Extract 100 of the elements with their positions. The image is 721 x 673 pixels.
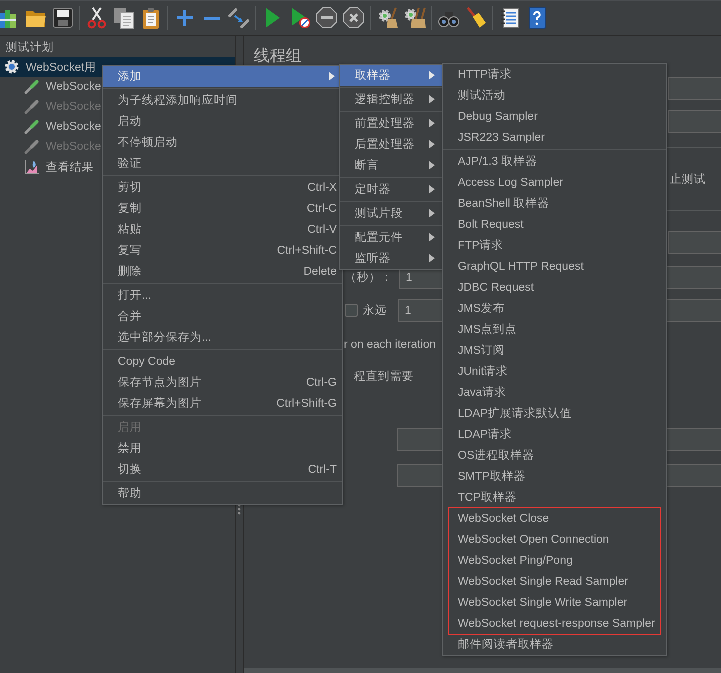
pipette-icon xyxy=(24,119,40,135)
shortcut-text: Ctrl-T xyxy=(308,464,337,476)
menu-item[interactable]: 邮件阅读者取样器 xyxy=(443,634,666,655)
submenu-arrow-icon xyxy=(429,161,435,170)
checkbox[interactable] xyxy=(345,304,358,317)
menu-item[interactable]: WebSocket Ping/Pong xyxy=(449,550,660,571)
option-label: 止测试 xyxy=(670,172,706,186)
menu-item[interactable]: Java请求 xyxy=(443,382,666,403)
menu-item[interactable]: 验证 xyxy=(103,153,342,174)
input-field[interactable] xyxy=(668,77,721,100)
gear-icon xyxy=(4,59,20,75)
menu-item[interactable]: AJP/1.3 取样器 xyxy=(443,151,666,172)
submenu-arrow-icon xyxy=(429,119,435,128)
panel-title: 线程组 xyxy=(254,47,302,67)
octagon-x-icon xyxy=(342,7,364,29)
menu-item[interactable]: 断言 xyxy=(340,155,442,176)
menu-item[interactable]: 保存屏幕为图片 Ctrl+Shift-G xyxy=(103,393,342,414)
pens-icon xyxy=(228,7,250,29)
tree-item[interactable]: 查看结果 xyxy=(24,157,94,177)
menu-item[interactable]: 不停顿启动 xyxy=(103,132,342,153)
menu-item[interactable]: 测试活动 xyxy=(443,85,666,106)
scissors-icon xyxy=(86,7,108,29)
shortcut-text: Ctrl-C xyxy=(306,202,337,214)
shortcut-text: Ctrl-V xyxy=(308,224,337,236)
menu-item[interactable]: 选中部分保存为... xyxy=(103,327,342,348)
menu-item[interactable]: GraphQL HTTP Request xyxy=(443,256,666,277)
menu-item[interactable]: JMS订阅 xyxy=(443,340,666,361)
menu-item[interactable]: WebSocket Single Read Sampler xyxy=(449,571,660,592)
menu-item[interactable]: 启动 xyxy=(103,111,342,132)
pipette-icon xyxy=(24,79,40,95)
menu-item[interactable]: 打开... xyxy=(103,285,342,306)
menu-item[interactable]: JSR223 Sampler xyxy=(443,127,666,148)
stop-icon xyxy=(316,7,338,29)
shortcut-text: Ctrl+Shift-C xyxy=(277,244,337,256)
plus-icon xyxy=(176,9,194,27)
menu-item[interactable]: BeanShell 取样器 xyxy=(443,193,666,214)
menu-item[interactable]: 复制 Ctrl-C xyxy=(103,198,342,219)
menu-item[interactable]: FTP请求 xyxy=(443,235,666,256)
menu-item[interactable]: JUnit请求 xyxy=(443,361,666,382)
copy-icon xyxy=(112,7,134,29)
tree-item[interactable]: WebSocke xyxy=(24,117,102,137)
broom-icon xyxy=(464,7,486,29)
submenu-arrow-icon xyxy=(429,233,435,242)
checkbox-label: 永远 xyxy=(363,303,387,318)
submenu-arrow-icon xyxy=(429,209,435,218)
menu-item[interactable]: 剪切 Ctrl-X xyxy=(103,177,342,198)
menu-item[interactable]: 后置处理器 xyxy=(340,134,442,155)
pipette-icon xyxy=(24,99,40,115)
menu-item[interactable]: JDBC Request xyxy=(443,277,666,298)
menu-item[interactable]: WebSocket Close xyxy=(449,508,660,529)
menu-item[interactable]: 复写 Ctrl+Shift-C xyxy=(103,240,342,261)
tree-item[interactable]: WebSocke xyxy=(24,77,102,97)
menu-item[interactable]: TCP取样器 xyxy=(443,487,666,508)
menu-item[interactable]: Bolt Request xyxy=(443,214,666,235)
menu-item[interactable]: 监听器 xyxy=(340,248,442,269)
submenu-arrow-icon xyxy=(429,140,435,149)
menu-item[interactable]: Copy Code xyxy=(103,351,342,372)
menu-item[interactable]: 粘贴 Ctrl-V xyxy=(103,219,342,240)
chart-icon xyxy=(24,159,40,175)
menu-item[interactable]: WebSocket Open Connection xyxy=(449,529,660,550)
menu-item[interactable]: OS进程取样器 xyxy=(443,445,666,466)
menu-item[interactable]: 添加 xyxy=(103,66,342,87)
tree-item[interactable]: 测试计划 xyxy=(6,37,54,57)
menu-item[interactable]: LDAP扩展请求默认值 xyxy=(443,403,666,424)
tree-item[interactable]: WebSocket用 xyxy=(4,57,97,77)
menu-item[interactable]: 为子线程添加响应时间 xyxy=(103,90,342,111)
submenu-arrow-icon xyxy=(429,95,435,104)
minus-icon xyxy=(204,16,220,20)
field-label: （秒）： xyxy=(345,270,393,285)
books-icon xyxy=(0,7,16,29)
menu-item[interactable]: SMTP取样器 xyxy=(443,466,666,487)
setting-label: 程直到需要 xyxy=(354,370,414,384)
menu-item[interactable]: 帮助 xyxy=(103,483,342,504)
menu-item[interactable]: JMS发布 xyxy=(443,298,666,319)
menu-item[interactable]: Debug Sampler xyxy=(443,106,666,127)
input-field[interactable] xyxy=(668,231,721,254)
menu-item[interactable]: HTTP请求 xyxy=(443,64,666,85)
notebook-icon xyxy=(498,7,520,29)
menu-item[interactable]: 前置处理器 xyxy=(340,113,442,134)
menu-item[interactable]: 保存节点为图片 Ctrl-G xyxy=(103,372,342,393)
menu-item[interactable]: 切换 Ctrl-T xyxy=(103,459,342,480)
menu-item[interactable]: 定时器 xyxy=(340,179,442,200)
gear-brooms-icon xyxy=(404,7,426,29)
menu-item[interactable]: 测试片段 xyxy=(340,203,442,224)
submenu-arrow-icon xyxy=(429,254,435,263)
menu-item[interactable]: 删除 Delete xyxy=(103,261,342,282)
menu-item[interactable]: 取样器 xyxy=(340,65,442,86)
menu-item[interactable]: JMS点到点 xyxy=(443,319,666,340)
menu-item[interactable]: 逻辑控制器 xyxy=(340,89,442,110)
shortcut-text: Delete xyxy=(304,266,337,278)
input-field[interactable] xyxy=(668,110,721,133)
menu-item[interactable]: Access Log Sampler xyxy=(443,172,666,193)
menu-item[interactable]: WebSocket Single Write Sampler xyxy=(449,592,660,613)
menu-item[interactable]: 禁用 xyxy=(103,438,342,459)
scrollbar[interactable] xyxy=(244,668,721,673)
menu-item[interactable]: WebSocket request-response Sampler xyxy=(449,613,660,634)
pipette-icon xyxy=(24,139,40,155)
menu-item[interactable]: 合并 xyxy=(103,306,342,327)
menu-item[interactable]: LDAP请求 xyxy=(443,424,666,445)
menu-item[interactable]: 配置元件 xyxy=(340,227,442,248)
